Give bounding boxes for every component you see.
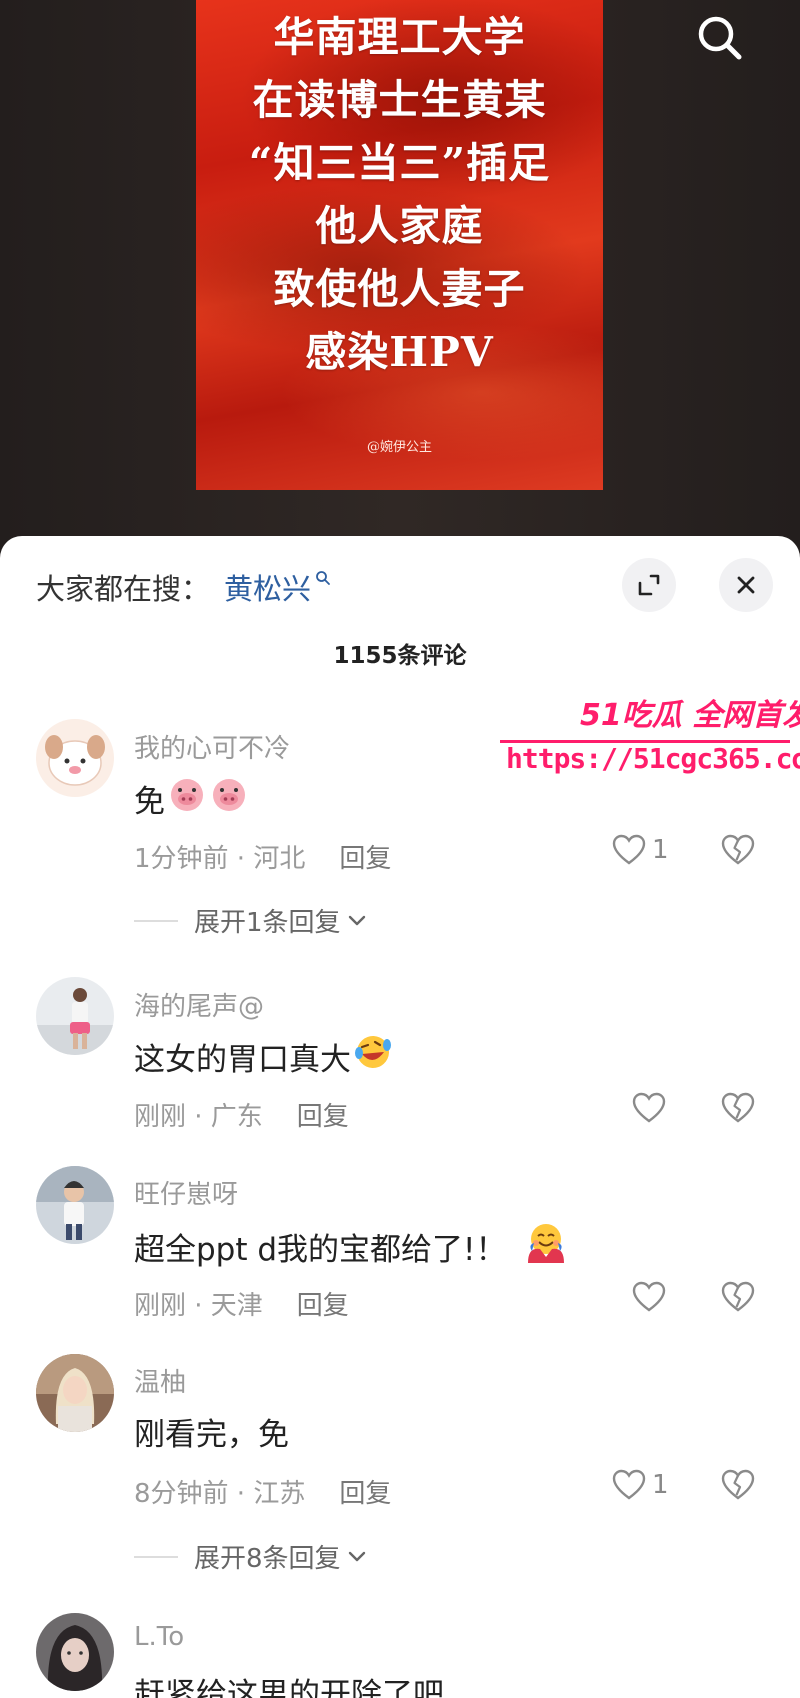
comment-meta: 刚刚 · 天津 回复 (134, 1285, 349, 1322)
comment-username[interactable]: 温柚 (134, 1362, 186, 1399)
search-icon (315, 570, 331, 590)
avatar[interactable] (36, 1354, 114, 1432)
reply-button[interactable]: 回复 (297, 1291, 349, 1321)
comment-meta: 8分钟前 · 江苏 回复 (134, 1473, 391, 1510)
comment-time-location: 刚刚 · 天津 (134, 1291, 263, 1321)
like-button[interactable] (632, 1281, 666, 1313)
expand-button[interactable] (622, 558, 676, 612)
expand-replies-label: 展开1条回复 (194, 908, 341, 938)
comment-text: 刚看完，免 (134, 1409, 289, 1454)
poster-line: 他人家庭 (315, 202, 484, 250)
heart-icon (632, 1281, 666, 1312)
avatar[interactable] (36, 1613, 114, 1691)
divider (134, 919, 178, 922)
comment-text-content: 免 (134, 784, 165, 820)
trending-label: 大家都在搜： (36, 572, 211, 606)
broken-heart-icon (721, 1092, 755, 1123)
pig-emoji-icon (167, 778, 207, 820)
expand-replies-button[interactable]: 展开8条回复 (134, 1538, 367, 1575)
comment-time-location: 8分钟前 · 江苏 (134, 1479, 306, 1509)
comment-meta: 刚刚 · 广东 回复 (134, 1096, 349, 1133)
close-button[interactable] (719, 558, 773, 612)
poster-line: “知三当三”插足 (248, 139, 551, 187)
comment-username[interactable]: L.To (134, 1622, 184, 1652)
avatar[interactable] (36, 719, 114, 797)
broken-heart-icon (721, 1281, 755, 1312)
broken-heart-icon (721, 834, 755, 865)
comment-text: 赶紧给这男的开除了吧 (134, 1669, 444, 1698)
chevron-down-icon (348, 915, 365, 925)
watermark-brand: 51吃瓜 全网首发 (580, 698, 800, 733)
close-icon (737, 576, 755, 594)
dislike-button[interactable] (721, 1281, 755, 1317)
comment-text: 超全ppt d我的宝都给了!！ (134, 1221, 568, 1271)
dislike-button[interactable] (721, 834, 755, 870)
reply-button[interactable]: 回复 (339, 1479, 391, 1509)
broken-heart-icon (721, 1469, 755, 1500)
laughing-crying-emoji-icon (353, 1033, 393, 1079)
comment-username[interactable]: 海的尾声@ (134, 986, 264, 1023)
comment-time-location: 1分钟前 · 河北 (134, 844, 306, 874)
trending-search: 大家都在搜： 黄松兴 (36, 564, 331, 610)
heart-icon (632, 1092, 666, 1123)
comment-text-content: 刚看完，免 (134, 1417, 289, 1453)
comment-text-content: 这女的胃口真大 (134, 1041, 351, 1078)
like-count: 1 (652, 1470, 669, 1500)
comment-count: 1155条评论 (333, 643, 467, 669)
chevron-down-icon (348, 1551, 365, 1561)
heart-icon (612, 834, 646, 865)
news-poster: 华南理工大学 在读博士生黄某 “知三当三”插足 他人家庭 致使他人妻子 感染HP… (196, 0, 603, 490)
poster-headline: 华南理工大学 在读博士生黄某 “知三当三”插足 他人家庭 致使他人妻子 感染HP… (196, 6, 603, 384)
avatar[interactable] (36, 977, 114, 1055)
dislike-button[interactable] (721, 1092, 755, 1128)
search-icon[interactable] (692, 10, 748, 66)
comment-username[interactable]: 我的心可不冷 (134, 728, 290, 765)
reply-button[interactable]: 回复 (297, 1102, 349, 1132)
expand-replies-label: 展开8条回复 (194, 1544, 341, 1574)
comment-text: 这女的胃口真大 (134, 1033, 393, 1079)
poster-line: 感染HPV (305, 328, 494, 376)
poster-line: 致使他人妻子 (273, 265, 526, 313)
poster-credit: @婉伊公主 (366, 440, 432, 455)
comment-text-content: 赶紧给这男的开除了吧 (134, 1677, 444, 1698)
like-button[interactable]: 1 (612, 834, 669, 866)
watermark: 51吃瓜 全网首发 https://51cgc365.com (500, 690, 800, 790)
pig-emoji-icon (209, 778, 249, 820)
poster-line: 华南理工大学 (273, 13, 526, 61)
heart-icon (612, 1469, 646, 1500)
video-area[interactable]: 华南理工大学 在读博士生黄某 “知三当三”插足 他人家庭 致使他人妻子 感染HP… (0, 0, 800, 560)
like-count: 1 (652, 835, 669, 865)
trending-term-link[interactable]: 黄松兴 (224, 566, 311, 608)
like-button[interactable] (632, 1092, 666, 1124)
divider (134, 1555, 178, 1558)
hugging-emoji-icon (524, 1221, 568, 1271)
avatar[interactable] (36, 1166, 114, 1244)
like-button[interactable]: 1 (612, 1469, 669, 1501)
comment-username[interactable]: 旺仔崽呀 (134, 1174, 238, 1211)
comment-time-location: 刚刚 · 广东 (134, 1102, 263, 1132)
watermark-url: https://51cgc365.com (506, 742, 800, 775)
comment-text: 免 (134, 776, 249, 821)
expand-icon (638, 574, 660, 596)
poster-line: 在读博士生黄某 (252, 76, 547, 124)
dislike-button[interactable] (721, 1469, 755, 1505)
comment-text-content: 超全ppt d我的宝都给了!！ (134, 1231, 507, 1268)
reply-button[interactable]: 回复 (339, 844, 391, 874)
expand-replies-button[interactable]: 展开1条回复 (134, 902, 367, 939)
comment-meta: 1分钟前 · 河北 回复 (134, 838, 391, 875)
